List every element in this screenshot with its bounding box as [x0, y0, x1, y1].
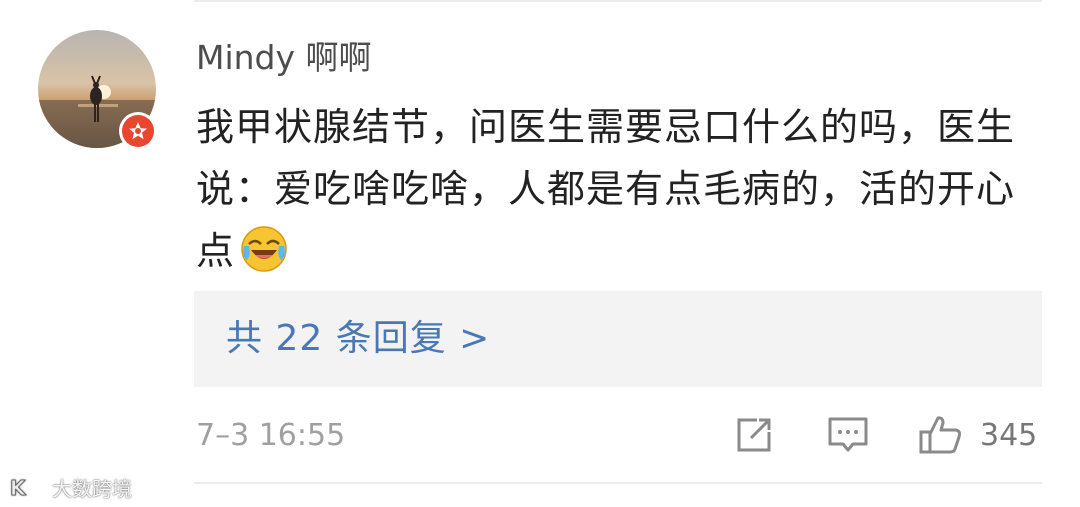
like-count: 345 [980, 418, 1038, 453]
timestamp: 7–3 16:55 [196, 418, 346, 453]
watermark-logo-icon: K [10, 476, 48, 500]
thumbs-up-icon[interactable] [918, 414, 964, 460]
svg-text:K: K [10, 476, 27, 500]
share-icon[interactable] [733, 414, 775, 460]
bottom-divider [194, 482, 1042, 484]
username[interactable]: Mindy 啊啊 [196, 36, 372, 80]
reply-section[interactable]: 共 22 条回复 > [194, 291, 1042, 387]
comment-icon[interactable] [826, 414, 870, 460]
top-divider [194, 0, 1042, 2]
comment-body: 我甲状腺结节，问医生需要忌口什么的吗，医生说：爱吃啥吃啥，人都是有点毛病的，活的… [196, 105, 1016, 273]
watermark-text: 大数跨境 [52, 477, 132, 501]
vip-badge-icon [119, 112, 157, 150]
comment-card: Mindy 啊啊 我甲状腺结节，问医生需要忌口什么的吗，医生说：爱吃啥吃啥，人都… [0, 0, 1080, 507]
watermark: K 大数跨境 [10, 473, 132, 502]
view-replies-link[interactable]: 共 22 条回复 > [226, 317, 490, 361]
laughing-crying-emoji-icon [239, 224, 289, 274]
comment-text: 我甲状腺结节，问医生需要忌口什么的吗，医生说：爱吃啥吃啥，人都是有点毛病的，活的… [196, 96, 1044, 282]
